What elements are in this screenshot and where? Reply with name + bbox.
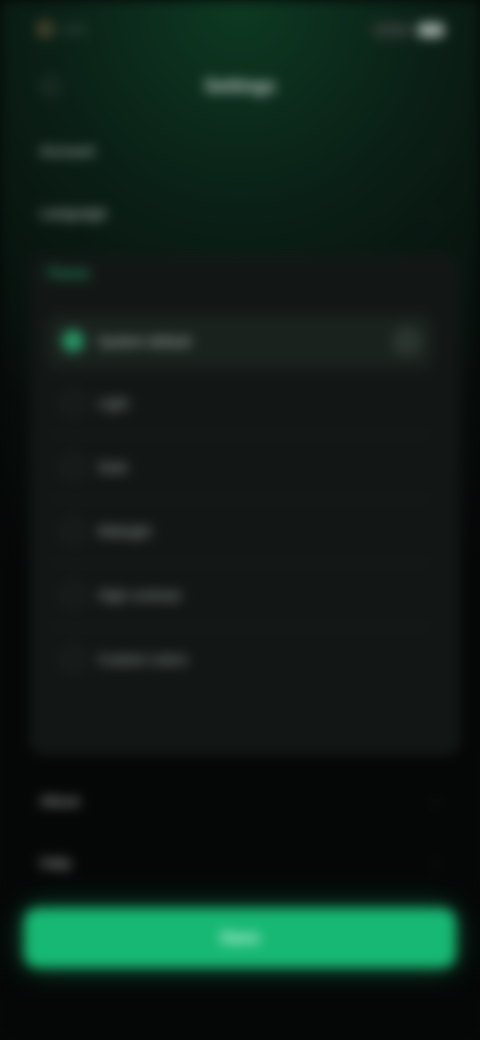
divider [48,563,432,564]
page-title: Settings [204,76,276,96]
option-label: Dark [98,459,128,475]
radio-icon [62,392,84,414]
settings-row-account[interactable]: Account › [30,126,450,176]
option-label: Custom colors [98,651,188,667]
settings-row-help[interactable]: Help › [30,838,450,888]
settings-screen: 9:41 Settings Account › Language › Theme… [0,0,480,1040]
row-label: Account [40,142,95,160]
chevron-right-icon: › [433,855,438,871]
radio-icon [62,520,84,542]
theme-option[interactable]: High contrast [48,569,432,621]
status-time: 9:41 [62,21,88,37]
row-label: Help [40,854,71,872]
signal-icon [372,23,412,37]
divider [48,627,432,628]
settings-row-language[interactable]: Language › [30,188,450,238]
theme-option[interactable]: Light [48,377,432,429]
nav-bar: Settings [0,60,480,116]
theme-option[interactable]: Custom colors [48,633,432,685]
theme-option[interactable]: System default [48,315,432,367]
status-icons [344,20,444,40]
row-label: About [40,792,80,810]
settings-row-about[interactable]: About › [30,776,450,826]
chevron-right-icon: › [433,143,438,159]
battery-icon [418,23,444,37]
status-bar: 9:41 [0,0,480,60]
divider [48,435,432,436]
theme-group: Theme System default Light Dark Midnight… [30,255,460,755]
row-label: Language [40,204,107,222]
check-icon [392,326,422,356]
divider [48,499,432,500]
option-label: Light [98,395,129,411]
option-label: High contrast [98,587,181,603]
radio-icon [62,648,84,670]
status-left: 9:41 [36,16,146,42]
theme-option[interactable]: Midnight [48,505,432,557]
option-label: System default [98,333,191,349]
radio-icon [62,584,84,606]
save-button[interactable]: Save [24,908,456,968]
radio-icon [62,456,84,478]
app-indicator-icon [36,20,54,38]
radio-selected-icon [62,330,84,352]
chevron-right-icon: › [433,205,438,221]
option-label: Midnight [98,523,151,539]
divider [48,373,432,374]
theme-option[interactable]: Dark [48,441,432,493]
group-header: Theme [46,265,90,281]
chevron-right-icon: › [433,793,438,809]
